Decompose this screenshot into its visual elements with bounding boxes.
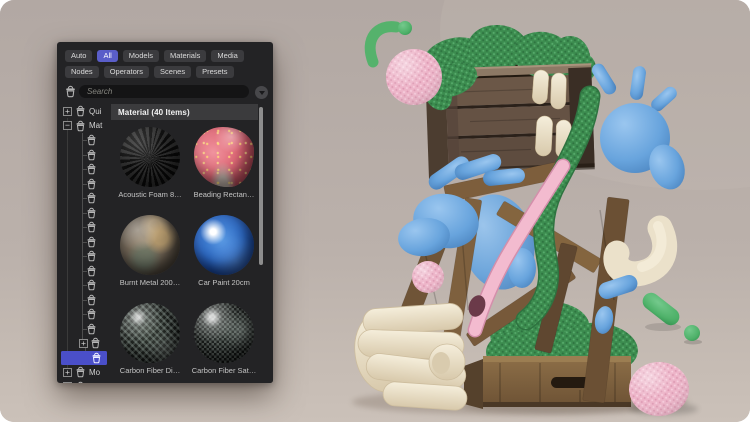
tab-media[interactable]: Media [211,50,243,62]
asset-item[interactable]: Carbon Fiber Sat… [187,296,261,383]
chevron-down-icon [259,91,265,95]
tree-item-label: Qui [89,107,101,116]
tab-operators[interactable]: Operators [104,66,149,78]
basket-icon [74,366,87,378]
search-input[interactable] [79,85,249,98]
asset-item-label: Acoustic Foam 8… [118,190,181,199]
basket-icon [85,279,98,291]
green-clay-ball-bottom [684,325,700,341]
basket-icon [89,337,102,349]
asset-grid: Acoustic Foam 8… Beading Rectan… Burnt M… [111,120,273,383]
expand-icon[interactable]: + [63,382,72,383]
asset-item[interactable]: Car Paint 20cm [187,208,261,296]
tree-item-label: Mat [89,121,102,130]
material-thumbnail-carbon-diamond [120,303,180,363]
basket-icon [64,85,77,98]
pink-knit-ball [386,49,442,105]
basket-icon [85,192,98,204]
tab-materials[interactable]: Materials [164,50,206,62]
basket-icon [85,308,98,320]
green-clay-ball-top [398,21,412,35]
basket-icon [74,120,87,132]
group-header-label: Material (40 Items) [118,108,190,117]
asset-item-label: Car Paint 20cm [198,278,250,287]
asset-item[interactable]: Burnt Metal 200… [113,208,187,296]
tab-scenes[interactable]: Scenes [154,66,191,78]
material-thumbnail-acoustic-foam [120,127,180,187]
tab-presets[interactable]: Presets [196,66,233,78]
basket-icon [85,163,98,175]
expand-icon[interactable]: + [63,368,72,377]
material-thumbnail-beading [194,127,254,187]
asset-item-label: Carbon Fiber Di… [120,366,180,375]
basket-icon [85,221,98,233]
expand-icon[interactable]: + [79,339,88,348]
basket-icon [85,149,98,161]
filter-tabs-row2: Nodes Operators Scenes Presets [65,66,234,78]
asset-item[interactable]: Acoustic Foam 8… [113,120,187,208]
asset-grid-pane: Material (40 Items) Acoustic Foam 8… Bea… [111,104,273,383]
asset-item[interactable]: Beading Rectan… [187,120,261,208]
asset-item-label: Burnt Metal 200… [120,278,180,287]
tab-auto[interactable]: Auto [65,50,92,62]
asset-item-label: Beading Rectan… [194,190,255,199]
asset-browser-panel: Auto All Models Materials Media Nodes Op… [57,42,273,383]
material-thumbnail-car-paint [194,215,254,275]
asset-item-label: Carbon Fiber Sat… [192,366,257,375]
basket-icon [85,294,98,306]
tree-item-label: Mo [89,368,100,377]
tab-all[interactable]: All [97,50,117,62]
basket-icon [85,178,98,190]
basket-icon [85,265,98,277]
material-thumbnail-burnt-metal [120,215,180,275]
material-thumbnail-carbon-satin [194,303,254,363]
basket-icon [74,105,87,117]
filter-tabs-row1: Auto All Models Materials Media [65,50,244,62]
tab-models[interactable]: Models [123,50,159,62]
search-bar [57,85,273,99]
screenshot-frame: Auto All Models Materials Media Nodes Op… [0,0,750,422]
pink-knit-ball-small [412,261,444,293]
asset-item[interactable]: Carbon Fiber Di… [113,296,187,383]
basket-icon [85,207,98,219]
group-header: Material (40 Items) [111,104,258,120]
basket-icon [85,134,98,146]
tab-nodes[interactable]: Nodes [65,66,99,78]
basket-icon [85,236,98,248]
scrollbar-thumb[interactable] [259,107,263,265]
basket-icon [90,352,103,364]
collapse-icon[interactable]: − [63,121,72,130]
search-options-button[interactable] [255,86,268,99]
basket-icon [74,381,87,384]
expand-icon[interactable]: + [63,107,72,116]
basket-icon [85,250,98,262]
basket-icon [85,323,98,335]
